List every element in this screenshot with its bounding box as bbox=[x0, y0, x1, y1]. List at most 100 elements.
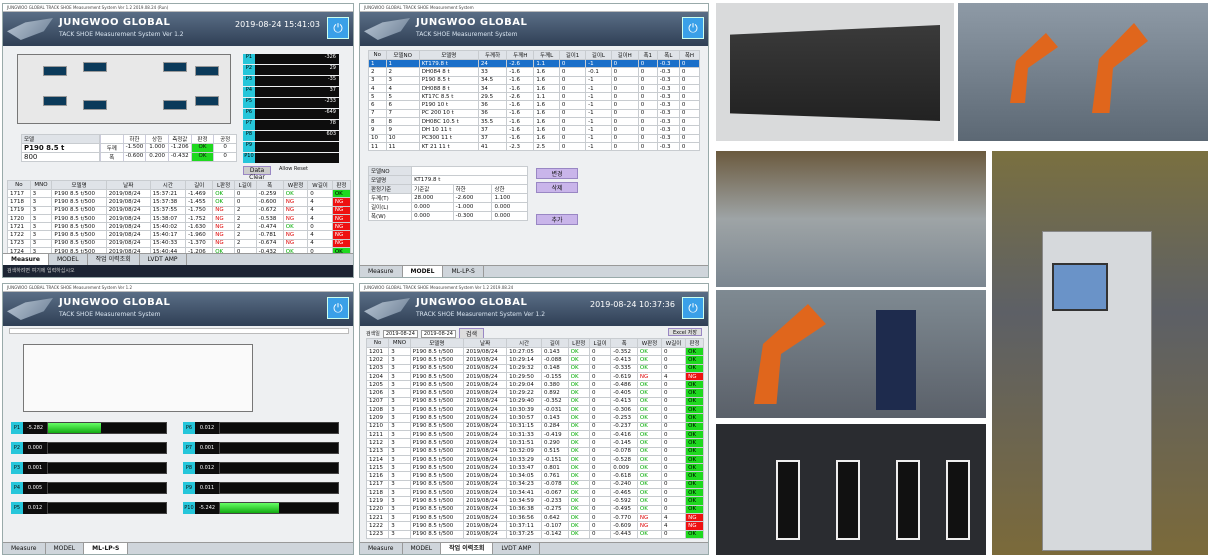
tab-2[interactable]: 작업 이력조회 bbox=[441, 543, 494, 554]
table-row[interactable]: 1215 3 P190 8.5 t/500 2019/08/24 10:33:47 0.8… bbox=[365, 463, 704, 473]
column-header[interactable]: No bbox=[7, 180, 31, 190]
form-value[interactable]: -1.000 bbox=[452, 202, 493, 212]
tab-1[interactable]: MODEL bbox=[49, 254, 88, 265]
table-row[interactable]: 1720 3 P190 8.5 t/500 2019/08/24 15:38:07 -1.… bbox=[7, 213, 352, 224]
table-row[interactable]: 1722 3 P190 8.5 t/500 2019/08/24 15:40:17 -1.… bbox=[7, 230, 352, 240]
column-header[interactable]: 날짜 bbox=[463, 338, 508, 348]
table-row[interactable]: 1219 3 P190 8.5 t/500 2019/08/24 10:34:59 -0.… bbox=[365, 496, 704, 506]
table-row[interactable]: 4 4 DH088 8 t 34 -1.6 1.6 0 -1 0 0 -0.3 0 bbox=[368, 83, 701, 94]
form-value[interactable]: 0.000 bbox=[491, 202, 528, 212]
table-row[interactable]: 1223 3 P190 8.5 t/500 2019/08/24 10:37:25 -0.… bbox=[365, 529, 704, 539]
power-icon[interactable]: ⏻ bbox=[327, 297, 349, 319]
table-row[interactable]: 1220 3 P190 8.5 t/500 2019/08/24 10:36:38 -0.… bbox=[365, 504, 704, 514]
form-value[interactable]: 1.100 bbox=[491, 193, 528, 203]
column-header[interactable]: No bbox=[365, 338, 390, 348]
table-row[interactable]: 1208 3 P190 8.5 t/500 2019/08/24 10:30:39 -0.… bbox=[365, 405, 704, 415]
tab-1[interactable]: MODEL bbox=[403, 543, 442, 554]
table-row[interactable]: 1718 3 P190 8.5 t/500 2019/08/24 15:37:38 -1.… bbox=[7, 197, 352, 207]
table-row[interactable]: 1212 3 P190 8.5 t/500 2019/08/24 10:31:51 0.2… bbox=[365, 438, 704, 448]
table-row[interactable]: 1210 3 P190 8.5 t/500 2019/08/24 10:31:15 0.2… bbox=[365, 421, 704, 431]
column-header[interactable]: MNO bbox=[388, 338, 411, 348]
table-row[interactable]: 8 8 DH08C 10.5 t 35.5 -1.6 1.6 0 -1 0 0 -0.3 0 bbox=[368, 117, 701, 127]
column-header[interactable]: MNO bbox=[29, 180, 53, 190]
add-button[interactable]: 추가 bbox=[536, 214, 578, 225]
table-row[interactable]: 1207 3 P190 8.5 t/500 2019/08/24 10:29:40 -0.… bbox=[365, 396, 704, 407]
table-row[interactable]: 1 1 KT179.8 t 24 -2.6 1.1 0 -1 0 0 -0.3 0 bbox=[368, 58, 701, 69]
table-row[interactable]: 1205 3 P190 8.5 t/500 2019/08/24 10:29:04 0.3… bbox=[365, 380, 704, 390]
column-header[interactable]: 모델명 bbox=[409, 338, 465, 348]
column-header[interactable]: L판정 bbox=[567, 338, 590, 348]
table-row[interactable]: 1222 3 P190 8.5 t/500 2019/08/24 10:37:11 -0.… bbox=[365, 521, 704, 531]
column-header[interactable]: 폭L bbox=[656, 50, 680, 60]
table-row[interactable]: 6 6 P190 10 t 36 -1.6 1.6 0 -1 0 0 -0.3 0 bbox=[368, 100, 701, 110]
power-icon[interactable]: ⏻ bbox=[682, 17, 704, 39]
power-icon[interactable]: ⏻ bbox=[327, 17, 349, 39]
table-row[interactable]: 1209 3 P190 8.5 t/500 2019/08/24 10:30:57 0.1… bbox=[365, 413, 704, 423]
table-row[interactable]: 1216 3 P190 8.5 t/500 2019/08/24 10:34:05 0.7… bbox=[365, 471, 704, 481]
table-row[interactable]: 2 2 DH084 8 t 33 -1.6 1.6 0 -0.1 0 0 -0.3 0 bbox=[368, 67, 701, 77]
column-header[interactable]: 시간 bbox=[506, 338, 542, 348]
form-value[interactable]: 0.000 bbox=[411, 211, 454, 221]
table-row[interactable]: 1217 3 P190 8.5 t/500 2019/08/24 10:34:23 -0.… bbox=[365, 479, 704, 490]
data-clear-button[interactable]: Data Clear bbox=[243, 166, 271, 181]
form-value[interactable]: -2.600 bbox=[452, 193, 493, 203]
tab-0[interactable]: Measure bbox=[360, 266, 403, 277]
date-to-input[interactable]: 2019-08-24 bbox=[420, 329, 456, 338]
tab-0[interactable]: Measure bbox=[360, 543, 403, 554]
form-value[interactable]: 0.000 bbox=[491, 211, 528, 221]
column-header[interactable]: L판정 bbox=[212, 180, 235, 190]
tab-1[interactable]: MODEL bbox=[402, 266, 444, 277]
column-header[interactable]: 폭 bbox=[610, 338, 638, 348]
table-row[interactable]: 9 9 DH 10 11 t 37 -1.6 1.6 0 -1 0 0 -0.3 0 bbox=[368, 125, 701, 135]
table-row[interactable]: 1221 3 P190 8.5 t/500 2019/08/24 10:36:56 0.6… bbox=[365, 512, 704, 523]
column-header[interactable]: 두께H bbox=[506, 50, 535, 60]
power-icon[interactable]: ⏻ bbox=[682, 297, 704, 319]
form-value[interactable]: 0.000 bbox=[411, 202, 454, 212]
column-header[interactable]: 두께L bbox=[533, 50, 560, 60]
column-header[interactable]: 폭1 bbox=[637, 50, 658, 60]
table-row[interactable]: 1214 3 P190 8.5 t/500 2019/08/24 10:33:29 -0.… bbox=[365, 454, 704, 465]
change-button[interactable]: 변경 bbox=[536, 168, 578, 179]
delete-button[interactable]: 삭제 bbox=[536, 182, 578, 193]
column-header[interactable]: 모델NO bbox=[385, 50, 420, 60]
table-row[interactable]: 1717 3 P190 8.5 t/500 2019/08/24 15:37:21 -1.… bbox=[7, 188, 352, 199]
column-header[interactable]: 모델명 bbox=[51, 180, 107, 190]
table-row[interactable]: 1719 3 P190 8.5 t/500 2019/08/24 15:37:55 -1.… bbox=[7, 205, 352, 215]
table-row[interactable]: 1213 3 P190 8.5 t/500 2019/08/24 10:32:09 0.5… bbox=[365, 446, 704, 456]
table-row[interactable]: 1201 3 P190 8.5 t/500 2019/08/24 10:27:05 0.1… bbox=[365, 346, 704, 357]
column-header[interactable]: L길이 bbox=[588, 338, 612, 348]
tab-1[interactable]: MODEL bbox=[46, 543, 85, 554]
column-header[interactable]: W판정 bbox=[636, 338, 663, 348]
column-header[interactable]: 길이 bbox=[540, 338, 569, 348]
column-header[interactable]: 모델명 bbox=[418, 50, 479, 60]
date-from-input[interactable]: 2019-08-24 bbox=[382, 329, 418, 338]
column-header[interactable]: 폭 bbox=[255, 180, 284, 190]
model-no-field[interactable] bbox=[411, 166, 528, 176]
allow-reset-checkbox[interactable]: Allow Reset bbox=[279, 166, 308, 172]
column-header[interactable]: 길이 bbox=[185, 180, 214, 190]
model-name-field[interactable]: KT179.8 t bbox=[411, 175, 528, 185]
table-row[interactable]: 1203 3 P190 8.5 t/500 2019/08/24 10:29:32 0.1… bbox=[365, 363, 704, 373]
table-row[interactable]: 11 11 KT 21 11 t 41 -2.3 2.5 0 -1 0 0 -0.3 0 bbox=[368, 141, 701, 152]
table-row[interactable]: 1723 3 P190 8.5 t/500 2019/08/24 15:40:33 -1.… bbox=[7, 238, 352, 249]
column-header[interactable]: W길이 bbox=[661, 338, 687, 348]
tab-3[interactable]: LVDT AMP bbox=[493, 543, 541, 554]
table-row[interactable]: 7 7 PC 200 10 t 36 -1.6 1.6 0 -1 0 0 -0.3 0 bbox=[368, 108, 701, 119]
column-header[interactable]: No bbox=[368, 50, 387, 60]
column-header[interactable]: 시간 bbox=[149, 180, 187, 190]
table-row[interactable]: 1721 3 P190 8.5 t/500 2019/08/24 15:40:02 -1.… bbox=[7, 222, 352, 232]
column-header[interactable]: 길이1 bbox=[558, 50, 587, 60]
tab-2[interactable]: ML-LP-S bbox=[84, 543, 129, 554]
column-header[interactable]: W길이 bbox=[307, 180, 333, 190]
excel-save-button[interactable]: Excel 저장 bbox=[668, 328, 702, 336]
tab-3[interactable]: LVDT AMP bbox=[140, 254, 187, 265]
table-row[interactable]: 3 3 P190 8.5 t 34.5 -1.6 1.6 0 -1 0 0 -0.3 0 bbox=[368, 75, 701, 85]
column-header[interactable]: L길이 bbox=[233, 180, 257, 190]
column-header[interactable]: W판정 bbox=[282, 180, 309, 190]
table-row[interactable]: 5 5 KT17C 8.5 t 29.5 -2.6 1.1 0 -1 0 0 -0.3 0 bbox=[368, 92, 701, 102]
table-row[interactable]: 1204 3 P190 8.5 t/500 2019/08/24 10:29:50 -0.… bbox=[365, 371, 704, 382]
table-row[interactable]: 1206 3 P190 8.5 t/500 2019/08/24 10:29:22 0.8… bbox=[365, 388, 704, 398]
tab-0[interactable]: Measure bbox=[3, 543, 46, 554]
column-header[interactable]: 길이H bbox=[610, 50, 639, 60]
taskbar-search[interactable]: 검색하려면 여기에 입력하십시오 bbox=[7, 268, 75, 274]
